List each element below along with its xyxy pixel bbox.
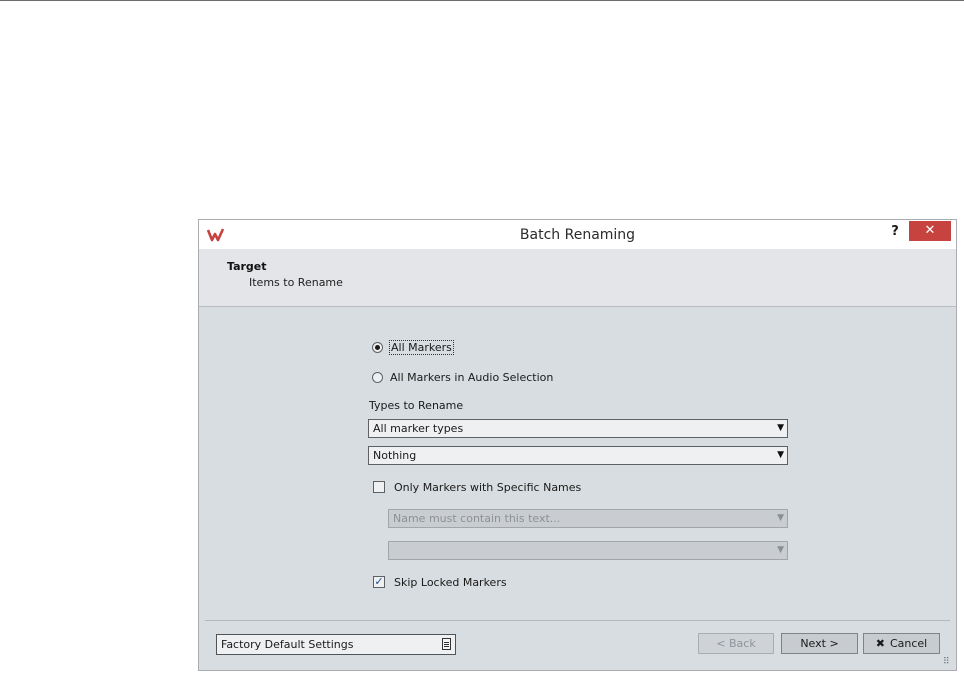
chevron-down-icon: ▼ xyxy=(777,450,784,460)
name-contains-placeholder: Name must contain this text... xyxy=(393,512,561,525)
name-contains-combobox[interactable]: Name must contain this text... ▼ xyxy=(388,509,788,528)
skip-locked-markers-checkbox[interactable]: ✓ xyxy=(373,576,385,588)
wizard-step-title: Target xyxy=(227,260,267,273)
types-to-rename-label: Types to Rename xyxy=(369,399,464,412)
close-icon: ✕ xyxy=(924,223,936,238)
chevron-down-icon: ▼ xyxy=(777,423,784,433)
resize-grip-icon[interactable]: ⠿ xyxy=(943,657,953,667)
preset-value: Factory Default Settings xyxy=(221,638,354,651)
skip-locked-markers-checkbox-row[interactable]: ✓ Skip Locked Markers xyxy=(373,574,507,590)
dialog-title: Batch Renaming xyxy=(519,227,636,243)
only-specific-names-checkbox-row[interactable]: Only Markers with Specific Names xyxy=(373,479,581,495)
marker-types-dropdown[interactable]: All marker types ▼ xyxy=(368,419,788,438)
radio-all-markers[interactable]: All Markers xyxy=(372,339,454,355)
radio-all-markers-label: All Markers xyxy=(389,339,454,355)
dialog-titlebar[interactable]: Batch Renaming ? ✕ xyxy=(199,220,956,249)
secondary-types-dropdown[interactable]: Nothing ▼ xyxy=(368,446,788,465)
wizard-step-subtitle: Items to Rename xyxy=(249,276,343,289)
only-specific-names-checkbox[interactable] xyxy=(373,481,385,493)
cancel-x-icon: ✖ xyxy=(875,637,885,650)
radio-button-unchecked-icon[interactable] xyxy=(372,371,383,383)
footer-divider xyxy=(205,620,950,621)
close-button[interactable]: ✕ xyxy=(909,221,951,241)
preset-document-icon[interactable] xyxy=(442,638,451,650)
batch-renaming-dialog: Batch Renaming ? ✕ Target Items to Renam… xyxy=(198,219,957,671)
secondary-types-dropdown-value: Nothing xyxy=(373,449,417,462)
cancel-button-label: Cancel xyxy=(889,637,928,650)
top-separator-line xyxy=(0,0,964,1)
radio-button-checked-icon[interactable] xyxy=(372,341,383,353)
radio-all-markers-in-audio-selection-label: All Markers in Audio Selection xyxy=(390,370,554,384)
marker-types-dropdown-value: All marker types xyxy=(373,422,464,435)
skip-locked-markers-label: Skip Locked Markers xyxy=(394,575,507,589)
back-button[interactable]: < Back xyxy=(698,633,774,654)
name-condition-combobox[interactable]: ▼ xyxy=(388,541,788,560)
chevron-down-icon: ▼ xyxy=(777,513,784,523)
only-specific-names-label: Only Markers with Specific Names xyxy=(394,480,582,494)
chevron-down-icon: ▼ xyxy=(777,545,784,555)
cancel-button[interactable]: ✖ Cancel xyxy=(863,633,940,654)
radio-all-markers-in-audio-selection[interactable]: All Markers in Audio Selection xyxy=(372,369,553,385)
help-button[interactable]: ? xyxy=(887,224,903,242)
preset-selector[interactable]: Factory Default Settings xyxy=(216,634,456,655)
wizard-header: Target Items to Rename xyxy=(199,249,956,307)
next-button[interactable]: Next > xyxy=(781,633,858,654)
